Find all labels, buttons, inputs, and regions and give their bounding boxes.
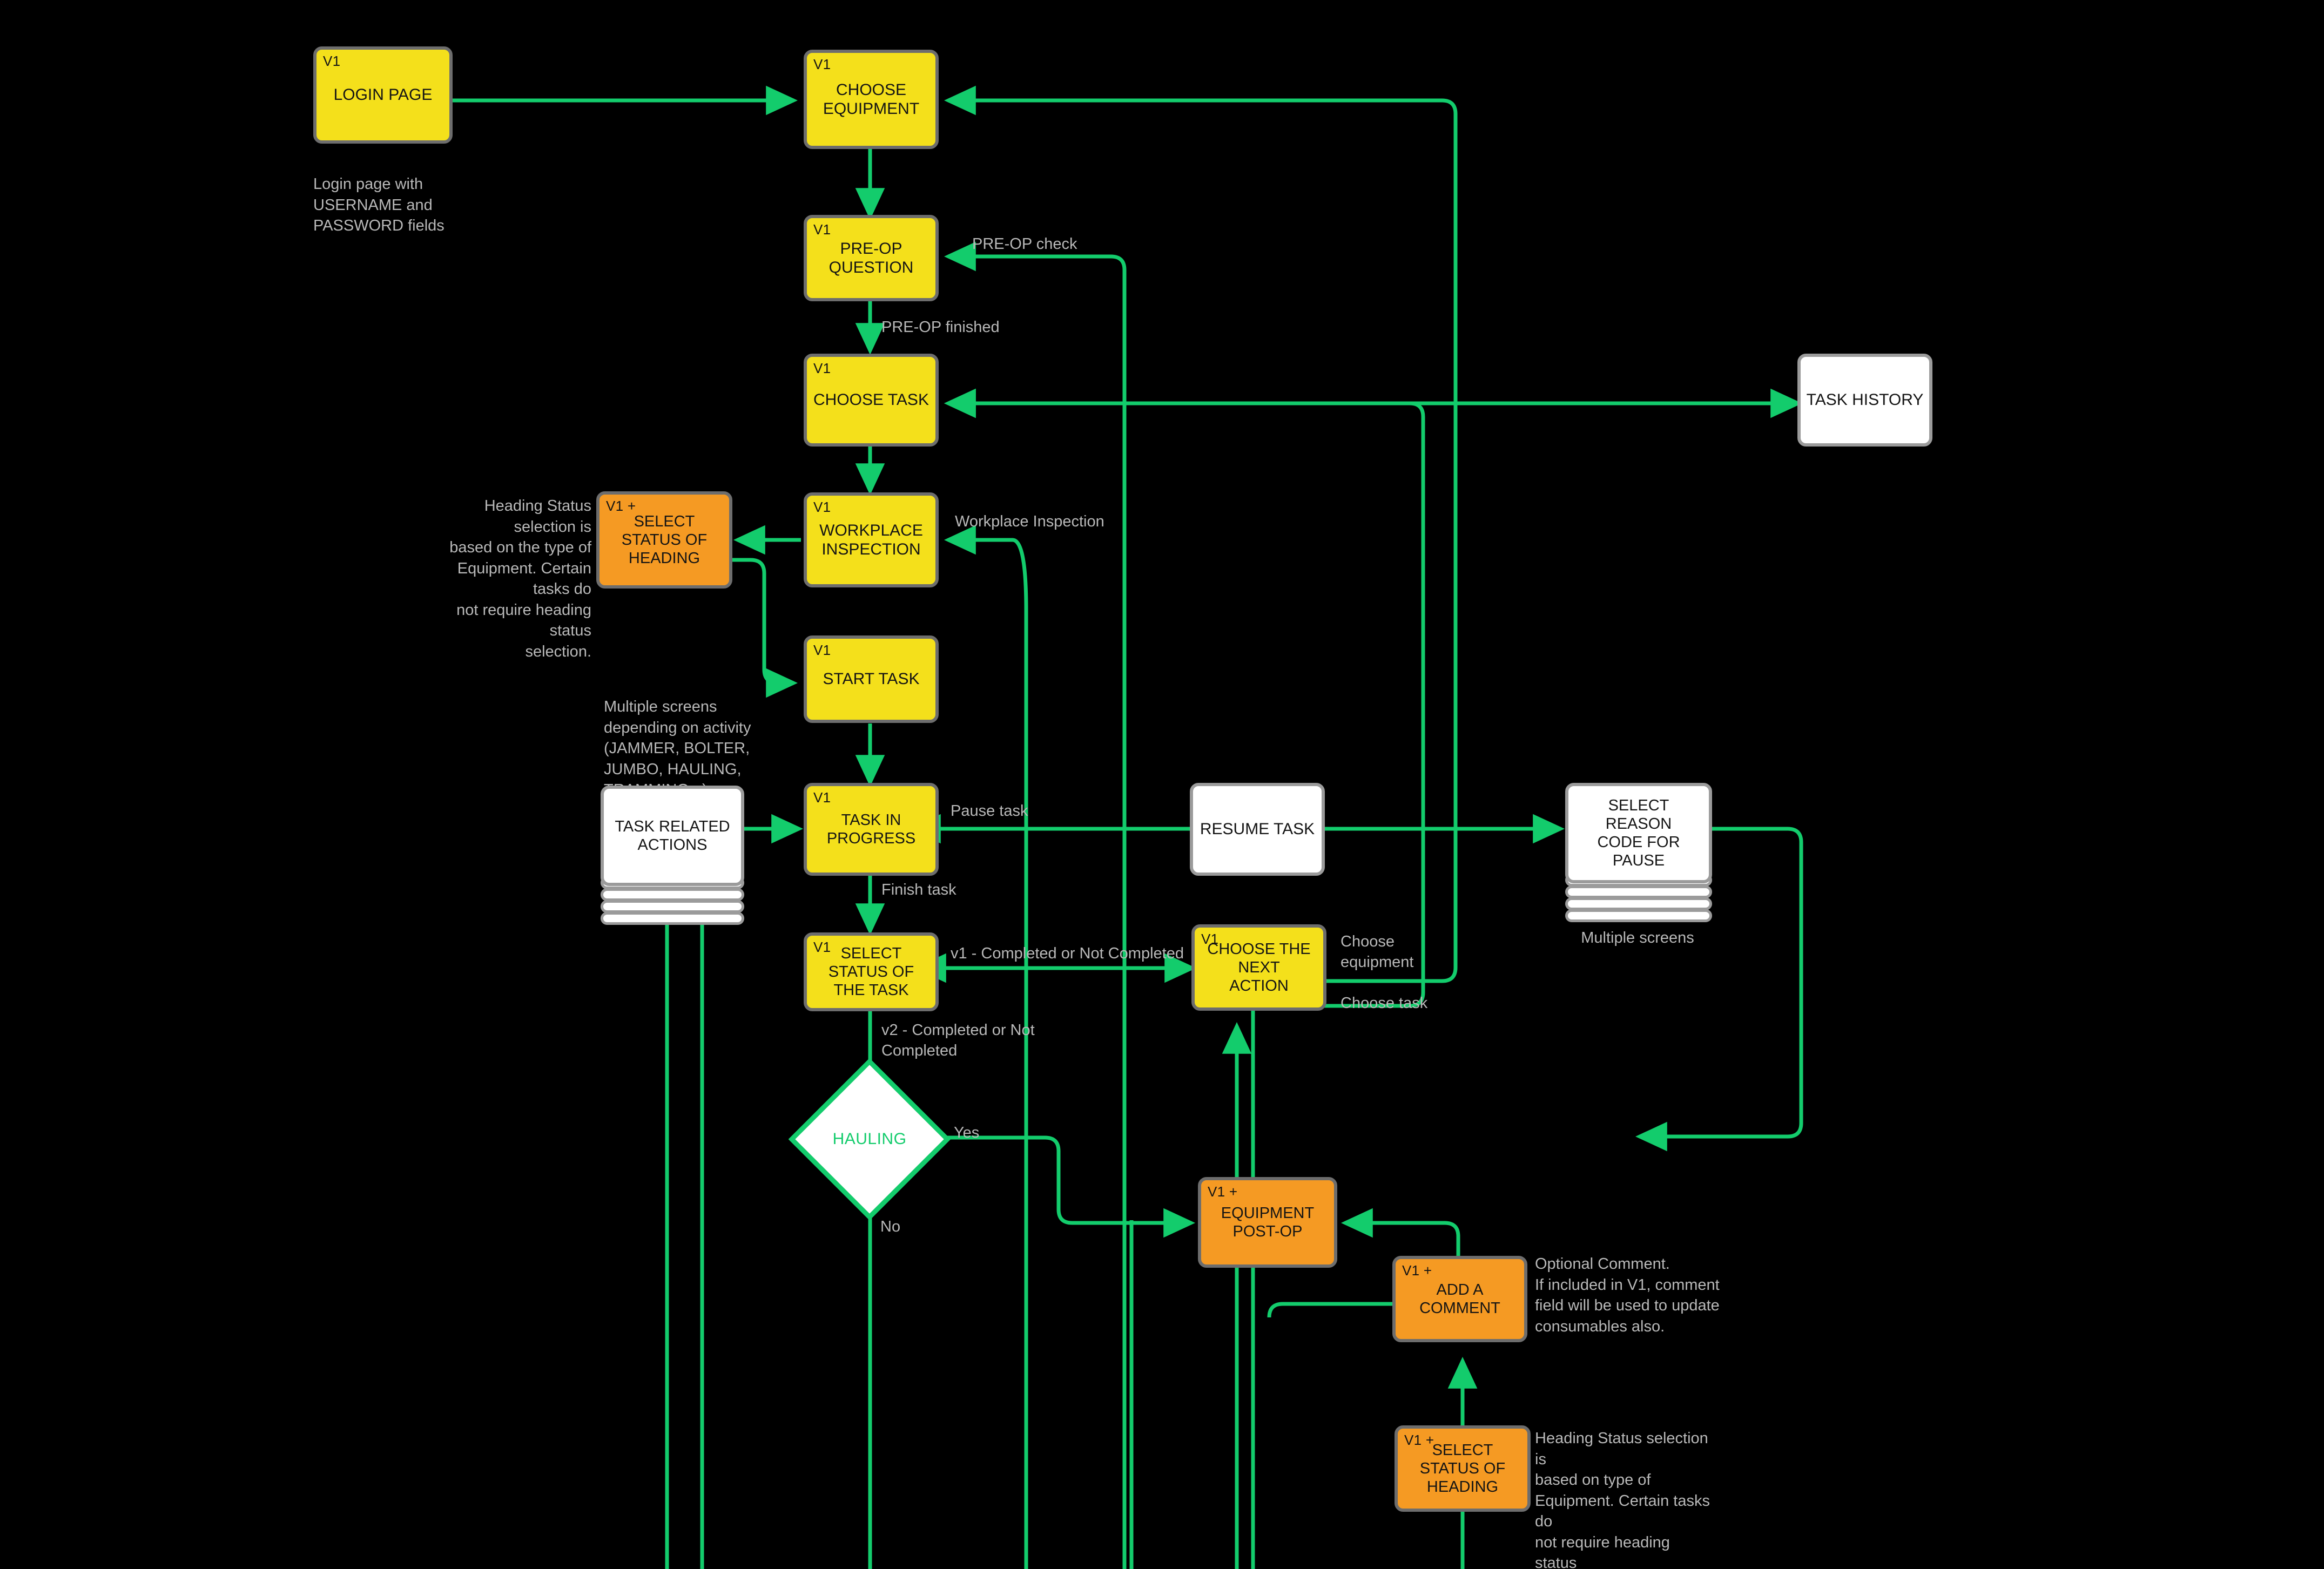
node-label: SELECT REASON CODE FOR PAUSE bbox=[1597, 796, 1680, 870]
node-label: SELECT STATUS OF HEADING bbox=[621, 512, 708, 567]
edge-label-finish-task: Finish task bbox=[881, 881, 956, 898]
edge-label-workplace-inspection: Workplace Inspection bbox=[955, 513, 1104, 530]
node-select-status-of-the-task[interactable]: V1 SELECT STATUS OF THE TASK bbox=[804, 932, 939, 1011]
node-resume-task[interactable]: RESUME TASK bbox=[1190, 783, 1325, 876]
node-label: SELECT STATUS OF HEADING bbox=[1419, 1441, 1506, 1496]
edge-label-choose-equipment: Choose equipment bbox=[1340, 933, 1414, 971]
node-label: ADD A COMMENT bbox=[1419, 1281, 1500, 1317]
node-label: HAULING bbox=[832, 1130, 907, 1148]
node-label: TASK IN PROGRESS bbox=[826, 811, 916, 847]
edge-label-no: No bbox=[880, 1218, 901, 1235]
note-login: Login page with USERNAME and PASSWORD fi… bbox=[313, 175, 444, 235]
node-add-a-comment[interactable]: V1 + ADD A COMMENT bbox=[1392, 1256, 1527, 1342]
node-version-tag: V1 bbox=[813, 56, 831, 72]
node-select-status-of-heading-bottom[interactable]: V1 + SELECT STATUS OF HEADING bbox=[1395, 1425, 1531, 1512]
node-version-tag: V1 bbox=[813, 789, 831, 806]
node-start-task[interactable]: V1 START TASK bbox=[804, 635, 939, 723]
edge-label-pre-op-check: PRE-OP check bbox=[972, 235, 1077, 253]
node-version-tag: V1 bbox=[813, 221, 831, 238]
node-label: CHOOSE TASK bbox=[813, 391, 929, 409]
node-task-in-progress[interactable]: V1 TASK IN PROGRESS bbox=[804, 783, 939, 876]
edge-label-v2-completed: v2 - Completed or Not Completed bbox=[881, 1022, 1035, 1059]
node-workplace-inspection[interactable]: V1 WORKPLACE INSPECTION bbox=[804, 492, 939, 587]
edge-label-pre-op-finished: PRE-OP finished bbox=[881, 319, 1000, 336]
node-select-status-of-heading-top[interactable]: V1 + SELECT STATUS OF HEADING bbox=[596, 491, 732, 589]
note-optional-comment: Optional Comment. If included in V1, com… bbox=[1535, 1255, 1720, 1335]
node-select-reason-code-for-pause[interactable]: SELECT REASON CODE FOR PAUSE bbox=[1565, 783, 1712, 883]
node-label: RESUME TASK bbox=[1200, 820, 1315, 838]
node-label: CHOOSE THE NEXT ACTION bbox=[1207, 940, 1311, 995]
note-multiple-screens-pause: Multiple screens bbox=[1581, 929, 1694, 946]
node-version-tag: V1 bbox=[323, 53, 341, 69]
node-task-related-actions[interactable]: TASK RELATED ACTIONS bbox=[601, 786, 744, 886]
node-label: PRE-OP QUESTION bbox=[828, 239, 914, 276]
flowchart-canvas: V1 LOGIN PAGE Login page with USERNAME a… bbox=[0, 0, 2324, 1569]
edge-label-pause-task: Pause task bbox=[951, 802, 1028, 820]
edge-label-yes: Yes bbox=[954, 1124, 980, 1141]
node-choose-task[interactable]: V1 CHOOSE TASK bbox=[804, 354, 939, 447]
node-label: LOGIN PAGE bbox=[333, 86, 433, 104]
node-equipment-post-op[interactable]: V1 + EQUIPMENT POST-OP bbox=[1198, 1177, 1337, 1268]
node-label: CHOOSE EQUIPMENT bbox=[823, 80, 920, 118]
node-pre-op-question[interactable]: V1 PRE-OP QUESTION bbox=[804, 215, 939, 301]
node-version-tag: V1 bbox=[813, 939, 831, 955]
node-label: WORKPLACE INSPECTION bbox=[819, 521, 923, 558]
node-hauling-decision[interactable]: HAULING bbox=[788, 1058, 951, 1221]
node-version-tag: V1 bbox=[1201, 931, 1219, 947]
edge-label-choose-task: Choose task bbox=[1340, 995, 1428, 1012]
node-label: TASK RELATED ACTIONS bbox=[615, 817, 730, 854]
node-version-tag: V1 + bbox=[1208, 1183, 1238, 1200]
node-version-tag: V1 + bbox=[606, 498, 636, 514]
node-choose-equipment[interactable]: V1 CHOOSE EQUIPMENT bbox=[804, 50, 939, 149]
node-version-tag: V1 + bbox=[1402, 1262, 1432, 1279]
node-version-tag: V1 bbox=[813, 642, 831, 658]
node-login-page[interactable]: V1 LOGIN PAGE bbox=[313, 46, 453, 144]
node-label: START TASK bbox=[823, 670, 920, 688]
node-version-tag: V1 + bbox=[1404, 1432, 1434, 1448]
note-heading-status-top: Heading Status selection is based on the… bbox=[449, 497, 591, 660]
node-version-tag: V1 bbox=[813, 360, 831, 376]
note-multiple-screens-activity: Multiple screens depending on activity (… bbox=[604, 698, 751, 799]
node-task-history[interactable]: TASK HISTORY bbox=[1797, 354, 1932, 447]
node-choose-the-next-action[interactable]: V1 CHOOSE THE NEXT ACTION bbox=[1191, 924, 1326, 1011]
node-label: TASK HISTORY bbox=[1806, 391, 1924, 409]
node-version-tag: V1 bbox=[813, 499, 831, 515]
node-label: EQUIPMENT POST-OP bbox=[1221, 1204, 1315, 1240]
note-heading-status-bottom: Heading Status selection is based on typ… bbox=[1535, 1430, 1710, 1569]
edge-label-v1-completed: v1 - Completed or Not Completed bbox=[951, 945, 1184, 962]
